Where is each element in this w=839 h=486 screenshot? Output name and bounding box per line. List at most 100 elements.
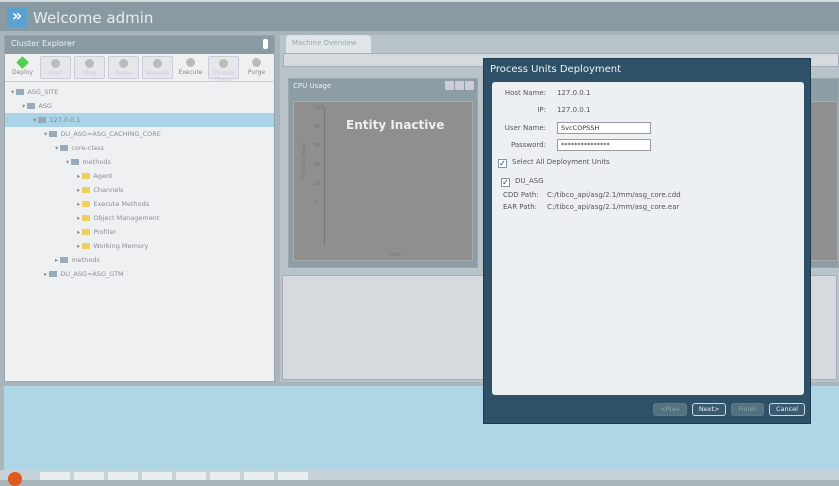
password-input[interactable]: ***************: [557, 139, 651, 151]
entity-status: Entity Inactive: [346, 118, 445, 132]
tree-node[interactable]: ▾ ASG_SITE: [5, 85, 274, 99]
cluster-explorer-header: Cluster Explorer: [5, 36, 274, 54]
tab-machine-overview[interactable]: Machine Overview: [286, 35, 371, 53]
start-button[interactable]: Start: [40, 56, 71, 79]
dialog-body: Host Name: 127.0.0.1 IP: 127.0.0.1 User Na…: [492, 82, 804, 395]
thread-dump-button[interactable]: Thread Dump: [208, 56, 239, 84]
tree-node[interactable]: ▸ Profiler: [5, 225, 274, 239]
dialog-title: Process Units Deployment: [490, 64, 622, 75]
execute-label: Execute: [178, 69, 203, 76]
lock-icon[interactable]: [445, 81, 454, 90]
collapse-icon[interactable]: [263, 39, 268, 49]
tree-node-label: methods: [71, 256, 100, 264]
tree-node[interactable]: ▸ Channels: [5, 183, 274, 197]
methods-icon: [71, 159, 80, 165]
app-header: » Welcome admin: [0, 0, 839, 31]
next-button[interactable]: Next>: [691, 403, 727, 416]
deploy-label: Deploy: [11, 69, 33, 76]
du-asg-label: DU_ASG: [515, 177, 544, 185]
y-tick: 60: [314, 143, 321, 149]
cpu-usage-panel: CPU Usage Percent Usage 100 80 60 40 20 …: [288, 78, 478, 268]
cluster-icon: [27, 103, 36, 109]
cluster-tree: ▾ ASG_SITE ▾ ASG ▾ 127.0.0.1 ▾ DU_ASG=ASG_C…: [5, 82, 274, 281]
tree-node[interactable]: ▾ methods: [5, 155, 274, 169]
purge-label: Purge: [247, 69, 266, 76]
site-icon: [16, 89, 25, 95]
select-all-label: Select All Deployment Units: [512, 158, 610, 166]
du-asg-checkbox[interactable]: ✓ DU_ASG: [501, 177, 544, 187]
folder-icon: [82, 243, 91, 249]
thread-dump-label: Thread Dump: [213, 70, 234, 84]
tree-node-label: Execute Methods: [93, 200, 150, 208]
execute-button[interactable]: Execute: [176, 56, 205, 79]
y-tick: 40: [314, 162, 321, 168]
folder-icon: [82, 173, 91, 179]
host-name-label: Host Name:: [504, 89, 546, 97]
checkbox-checked-icon: ✓: [498, 159, 507, 168]
cdd-path-value: C:/tibco_api/asg/2.1/mm/asg_core.cdd: [547, 191, 681, 199]
y-axis-label: Percent Usage: [300, 142, 307, 178]
user-name-input[interactable]: SvcCOPSSH: [557, 122, 651, 134]
thread-dump-icon: [219, 59, 228, 68]
cluster-explorer: Cluster Explorer Deploy Start Stop Pause…: [4, 35, 275, 382]
y-tick: 80: [314, 124, 321, 130]
pause-label: Pause: [114, 70, 133, 77]
methods-icon: [60, 257, 69, 263]
tree-node[interactable]: ▸ DU_ASG=ASG_GTM: [5, 267, 274, 281]
tree-node-label: core-class: [71, 144, 104, 152]
tree-node[interactable]: ▾ ASG: [5, 99, 274, 113]
tree-node[interactable]: ▸ Agent: [5, 169, 274, 183]
pause-button[interactable]: Pause: [108, 56, 139, 79]
cpu-usage-title: CPU Usage: [293, 82, 332, 90]
tree-node-label: 127.0.0.1: [49, 116, 81, 124]
tree-node[interactable]: ▾ DU_ASG=ASG_CACHING_CORE: [5, 127, 274, 141]
tree-node[interactable]: ▸ Object Management: [5, 211, 274, 225]
finish-button[interactable]: Finish: [731, 403, 764, 416]
tree-node-label: Working Memory: [93, 242, 149, 250]
select-all-checkbox[interactable]: ✓ Select All Deployment Units: [498, 158, 610, 168]
tree-node-label: Channels: [93, 186, 124, 194]
ip-value: 127.0.0.1: [557, 106, 591, 114]
pause-icon: [119, 59, 128, 68]
tree-node-label: ASG: [38, 102, 52, 110]
close-icon[interactable]: [465, 81, 474, 90]
tree-node[interactable]: ▾ 127.0.0.1: [5, 113, 274, 127]
process-units-deployment-dialog: Process Units Deployment Host Name: 127.0…: [483, 58, 811, 424]
cluster-explorer-title: Cluster Explorer: [11, 39, 76, 48]
ip-label: IP:: [537, 106, 546, 114]
tree-node-label: Object Management: [93, 214, 160, 222]
host-name-value: 127.0.0.1: [557, 89, 591, 97]
stop-button[interactable]: Stop: [74, 56, 105, 79]
tree-node[interactable]: ▾ core-class: [5, 141, 274, 155]
prev-button[interactable]: <Prev: [653, 403, 687, 416]
cancel-button[interactable]: Cancel: [768, 403, 805, 416]
tree-node[interactable]: ▸ methods: [5, 253, 274, 267]
resume-button[interactable]: Resume: [142, 56, 173, 79]
popout-icon[interactable]: [455, 81, 464, 90]
password-label: Password:: [510, 141, 546, 149]
purge-icon: [252, 58, 261, 67]
deploy-button[interactable]: Deploy: [8, 56, 37, 79]
resume-icon: [153, 59, 162, 68]
ear-path-value: C:/tibco_api/asg/2.1/mm/asg_core.ear: [547, 203, 680, 211]
ear-path-label: EAR Path:: [503, 203, 538, 211]
execute-icon: [186, 58, 195, 67]
tree-node-label: ASG_SITE: [27, 88, 59, 96]
host-icon: [38, 117, 47, 123]
tree-node-label: Agent: [93, 172, 113, 180]
stop-label: Stop: [82, 70, 97, 77]
tree-node[interactable]: ▸ Execute Methods: [5, 197, 274, 211]
folder-icon: [82, 201, 91, 207]
start-label: Start: [48, 70, 63, 77]
tree-node[interactable]: ▸ Working Memory: [5, 239, 274, 253]
tree-node-label: Profiler: [93, 228, 117, 236]
folder-icon: [82, 229, 91, 235]
y-tick: 0: [314, 200, 318, 206]
deploy-icon: [16, 56, 29, 69]
cdd-path-label: CDD Path:: [503, 191, 539, 199]
start-button-icon[interactable]: [8, 472, 22, 486]
explorer-toolbar: Deploy Start Stop Pause Resume Execute T…: [5, 54, 274, 84]
x-axis-label: Time: [389, 252, 402, 258]
purge-button[interactable]: Purge: [242, 56, 271, 79]
tree-node-label: DU_ASG=ASG_GTM: [60, 270, 124, 278]
